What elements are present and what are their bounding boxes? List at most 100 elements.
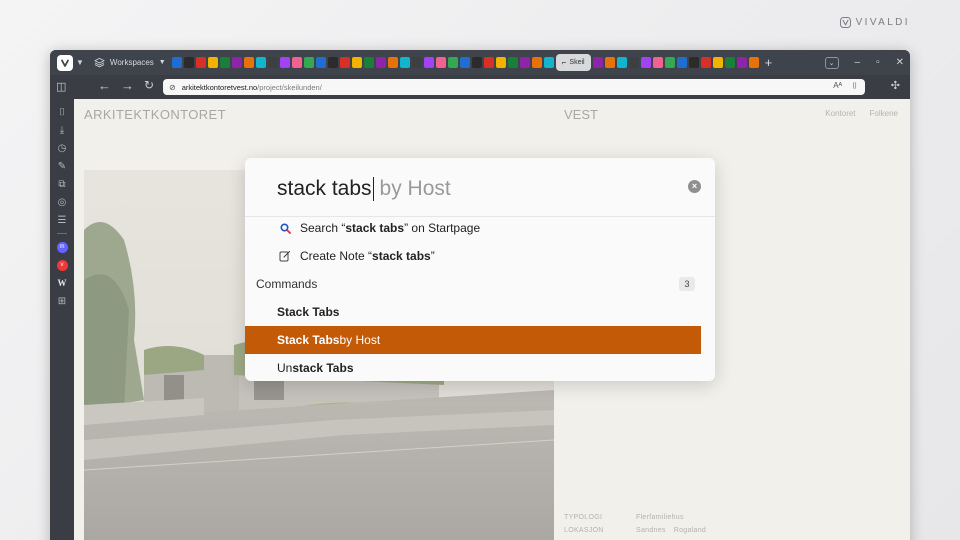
command-stack-tabs[interactable]: Stack Tabs: [245, 298, 701, 326]
tab-favicon-icon[interactable]: [339, 57, 350, 68]
tab-favicon-icon[interactable]: [592, 57, 603, 68]
reload-button[interactable]: ↻: [144, 78, 154, 92]
vivaldi-brand: VIVALDI: [839, 17, 910, 28]
tab-favicon-icon[interactable]: [315, 57, 326, 68]
tab-list-button[interactable]: ⌄: [824, 56, 839, 69]
tab-favicon-icon[interactable]: [279, 57, 290, 68]
workspaces-button[interactable]: Workspaces ▼: [94, 57, 166, 68]
tab-favicon-icon[interactable]: [387, 57, 398, 68]
tab-strip-left: [171, 50, 554, 75]
tab-favicon-icon[interactable]: [267, 57, 278, 68]
tab-favicon-icon[interactable]: [363, 57, 374, 68]
tab-favicon-icon[interactable]: [712, 57, 723, 68]
tab-favicon-icon[interactable]: [291, 57, 302, 68]
url-field[interactable]: ⊘ arkitektkontoretvest.no/project/skeilu…: [163, 79, 865, 95]
tab-favicon-icon[interactable]: [700, 57, 711, 68]
vivaldi-v-icon: [61, 59, 69, 67]
translate-icon[interactable]: Aᴬ: [833, 81, 842, 91]
tab-favicon-icon[interactable]: [195, 57, 206, 68]
chevron-down-icon: ▼: [158, 59, 166, 66]
tab-favicon-icon[interactable]: [411, 57, 422, 68]
tab-favicon-icon[interactable]: [724, 57, 735, 68]
extensions-icon[interactable]: ✣: [891, 79, 900, 92]
tab-favicon-icon[interactable]: [303, 57, 314, 68]
tab-favicon-icon[interactable]: [399, 57, 410, 68]
bookmark-icon[interactable]: ⌷: [852, 81, 857, 91]
brand-name: VIVALDI: [855, 17, 910, 28]
panel-toggle-icon[interactable]: ◫: [56, 80, 66, 93]
new-tab-button[interactable]: +: [765, 55, 773, 70]
text-caret: [372, 177, 374, 201]
chevron-down-icon: ⌄: [828, 59, 835, 67]
search-startpage-item[interactable]: Search “stack tabs” on Startpage: [245, 214, 701, 242]
quick-commands-input[interactable]: stack tabs by Host: [277, 174, 451, 204]
note-item-term: stack tabs: [372, 249, 431, 263]
tab-strip-right: [592, 50, 759, 75]
tab-favicon-icon[interactable]: [471, 57, 482, 68]
commands-count-badge: 3: [679, 277, 695, 291]
url-path: /project/skeilunden/: [257, 82, 322, 92]
tab-favicon-icon[interactable]: [171, 57, 182, 68]
tab-favicon-icon[interactable]: [688, 57, 699, 68]
tab-favicon-icon[interactable]: [351, 57, 362, 68]
command-stack-tabs-by-host[interactable]: Stack Tabs by Host: [245, 326, 701, 354]
tab-favicon-icon[interactable]: [183, 57, 194, 68]
window-icon[interactable]: ◎: [50, 193, 74, 211]
workspaces-icon: [94, 57, 105, 68]
mastodon-panel-button[interactable]: m: [50, 238, 74, 256]
wikipedia-panel-button[interactable]: W: [50, 274, 74, 292]
tab-favicon-icon[interactable]: [604, 57, 615, 68]
tab-favicon-icon[interactable]: [375, 57, 386, 68]
tab-favicon-icon[interactable]: [640, 57, 651, 68]
notes-icon[interactable]: ✎: [50, 157, 74, 175]
tab-favicon-icon[interactable]: [207, 57, 218, 68]
command-label-pre: Un: [277, 361, 293, 375]
url-actions: Aᴬ ⌷: [833, 81, 857, 91]
history-icon[interactable]: ◷: [50, 139, 74, 157]
vivaldi-menu-button[interactable]: [57, 54, 73, 71]
tab-favicon-icon[interactable]: [507, 57, 518, 68]
add-panel-icon[interactable]: ⊞: [50, 292, 74, 310]
back-button[interactable]: ←: [98, 78, 111, 93]
tab-favicon-icon[interactable]: [495, 57, 506, 68]
tab-favicon-icon[interactable]: [519, 57, 530, 68]
tab-favicon-icon[interactable]: [423, 57, 434, 68]
forward-button[interactable]: →: [121, 78, 134, 93]
bookmark-icon[interactable]: ⌷: [50, 103, 74, 121]
command-label-bold: stack Tabs: [292, 361, 354, 375]
tab-favicon-icon[interactable]: [483, 57, 494, 68]
tab-favicon-icon[interactable]: [327, 57, 338, 68]
tab-active[interactable]: ⌐ Skeil: [555, 54, 591, 71]
tab-favicon-icon[interactable]: [531, 57, 542, 68]
note-item-prefix: Create Note “: [300, 249, 373, 263]
download-icon[interactable]: ⤓: [50, 121, 74, 139]
tab-favicon-icon[interactable]: [435, 57, 446, 68]
clear-icon[interactable]: ×: [688, 180, 701, 193]
command-label-bold: Stack Tabs: [277, 333, 340, 347]
tab-favicon-icon[interactable]: [616, 57, 627, 68]
command-label-rest: by Host: [339, 333, 381, 347]
tab-favicon-icon[interactable]: [664, 57, 675, 68]
tab-favicon-icon[interactable]: [231, 57, 242, 68]
tab-favicon-icon[interactable]: [736, 57, 747, 68]
tab-favicon-icon[interactable]: [219, 57, 230, 68]
tab-favicon-icon[interactable]: [748, 57, 759, 68]
tab-favicon-icon[interactable]: [543, 57, 554, 68]
close-button[interactable]: ✕: [896, 57, 904, 68]
tab-favicon-icon[interactable]: [459, 57, 470, 68]
tab-favicon-icon[interactable]: [676, 57, 687, 68]
tabs-icon[interactable]: ⧉: [50, 175, 74, 193]
create-note-item[interactable]: Create Note “stack tabs”: [245, 242, 701, 270]
maximize-button[interactable]: ▫: [876, 57, 880, 68]
tab-favicon-icon[interactable]: [652, 57, 663, 68]
site-info-icon[interactable]: ⊘: [169, 83, 176, 92]
vivaldi-panel-button[interactable]: v: [50, 256, 74, 274]
reading-list-icon[interactable]: ☰: [50, 211, 74, 229]
command-unstack-tabs[interactable]: Un stack Tabs: [245, 354, 701, 381]
tab-favicon-icon[interactable]: [255, 57, 266, 68]
tab-favicon-icon[interactable]: [447, 57, 458, 68]
tab-favicon-icon[interactable]: [628, 57, 639, 68]
minimize-button[interactable]: –: [855, 57, 861, 68]
chevron-down-icon[interactable]: ▼: [76, 58, 84, 67]
tab-favicon-icon[interactable]: [243, 57, 254, 68]
